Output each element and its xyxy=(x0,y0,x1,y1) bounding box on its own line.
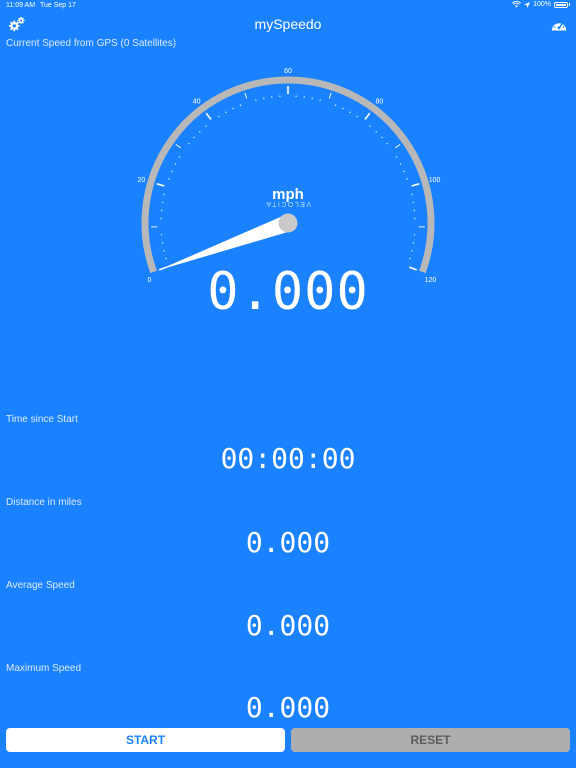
gauge-minor-tick xyxy=(386,142,388,145)
gauge-minor-tick xyxy=(409,258,411,260)
gauge-minor-tick xyxy=(411,193,413,196)
gauge-minor-tick xyxy=(395,156,398,158)
gauge-minor-tick xyxy=(232,107,234,110)
gauge-minor-tick xyxy=(406,178,408,180)
gauge-minor-tick xyxy=(188,142,190,145)
gauge-minor-tick xyxy=(375,130,377,133)
status-right: 100% xyxy=(512,1,570,8)
gauge-minor-tick xyxy=(399,163,402,165)
gauge-tick-label: 20 xyxy=(138,177,146,184)
gauge-major-tick xyxy=(411,182,420,187)
gauge-minor-tick xyxy=(171,170,173,173)
gauge-minor-tick xyxy=(163,193,165,196)
gauge-major-tick xyxy=(364,112,371,121)
gps-label: Current Speed from GPS (0 Satellites) xyxy=(6,38,177,49)
gauge-needle-hub xyxy=(278,213,298,233)
gauge-minor-tick xyxy=(412,242,415,244)
status-time: 11:09 AM xyxy=(6,2,36,9)
gauge-ring xyxy=(141,76,435,274)
gauge-minor-tick xyxy=(319,99,321,101)
status-date: Tue Sep 17 xyxy=(40,2,76,9)
start-button[interactable]: START xyxy=(6,728,285,752)
gauge-minor-tick xyxy=(255,99,257,101)
gauge-major-tick xyxy=(156,182,165,187)
distance-readout: 0.000 xyxy=(245,526,331,559)
gauge-minor-tick xyxy=(165,258,167,260)
gauge-minor-tick xyxy=(303,96,305,98)
gauge-minor-tick xyxy=(161,242,164,244)
gauge-minor-tick xyxy=(403,170,405,173)
gauge-minor-tick xyxy=(193,136,195,139)
current-speed-readout: 0.000 xyxy=(207,262,369,322)
distance-label: Distance in miles xyxy=(6,497,82,508)
app-title: mySpeedo xyxy=(254,16,322,32)
gauge-minor-tick xyxy=(239,104,242,106)
battery-tip xyxy=(569,3,570,6)
gauge-tick-label: 80 xyxy=(375,98,383,105)
gauge-medium-tick xyxy=(175,144,181,149)
gauge-minor-tick xyxy=(163,250,165,252)
gauge-tick-label: 40 xyxy=(193,98,201,105)
status-bar: 11:09 AM Tue Sep 17 100% xyxy=(0,0,576,12)
gauge-minor-tick xyxy=(199,130,201,133)
gauge-minor-tick xyxy=(342,107,344,110)
gauge-tick-label: 60 xyxy=(284,68,292,75)
gauge-minor-tick xyxy=(356,115,358,118)
gauge-minor-tick xyxy=(412,201,415,204)
gauge-minor-tick xyxy=(225,111,227,113)
gauge-minor-tick xyxy=(413,234,416,236)
time-label: Time since Start xyxy=(6,414,78,425)
gauge-minor-tick xyxy=(160,209,163,212)
gauge-minor-tick xyxy=(414,217,416,220)
battery-percent: 100% xyxy=(533,1,551,8)
maximum-speed-label: Maximum Speed xyxy=(6,663,82,674)
gauge-minor-tick xyxy=(295,95,297,97)
location-icon xyxy=(524,1,531,8)
average-speed-label: Average Speed xyxy=(6,580,75,591)
gauge-minor-tick xyxy=(349,111,351,113)
gauge-minor-tick xyxy=(381,136,383,139)
time-readout: 00:00:00 xyxy=(220,442,356,475)
gauge-minor-tick xyxy=(205,125,207,127)
gauge-medium-tick xyxy=(244,92,248,99)
gauge-tick-label: 100 xyxy=(429,177,441,184)
gauge-minor-tick xyxy=(311,97,313,100)
gauge-minor-tick xyxy=(160,234,163,236)
gauge-minor-tick xyxy=(411,250,413,252)
speedometer-icon[interactable] xyxy=(550,17,568,35)
wifi-icon xyxy=(512,1,522,8)
gauge-medium-tick xyxy=(328,92,332,99)
maximum-speed-readout: 0.000 xyxy=(245,691,331,724)
gauge-minor-tick xyxy=(174,163,177,165)
reset-button[interactable]: RESET xyxy=(291,728,570,752)
gauge-medium-tick xyxy=(395,144,401,149)
gauge-major-tick xyxy=(205,112,212,121)
gauge-minor-tick xyxy=(168,178,170,180)
gauge-minor-tick xyxy=(369,125,371,127)
gauge-minor-tick xyxy=(218,115,220,118)
gauge-minor-tick xyxy=(263,97,265,100)
gauge-minor-tick xyxy=(161,201,164,204)
battery-icon xyxy=(554,1,568,8)
gauge-minor-tick xyxy=(178,156,181,158)
average-speed-readout: 0.000 xyxy=(245,609,331,642)
gauge-minor-tick xyxy=(160,217,162,220)
gauge-minor-tick xyxy=(413,209,416,212)
gauge-minor-tick xyxy=(271,96,273,98)
gauge-minor-tick xyxy=(334,104,337,106)
gauge-brand: VELOCITA xyxy=(265,200,311,207)
gauge-minor-tick xyxy=(279,95,281,97)
